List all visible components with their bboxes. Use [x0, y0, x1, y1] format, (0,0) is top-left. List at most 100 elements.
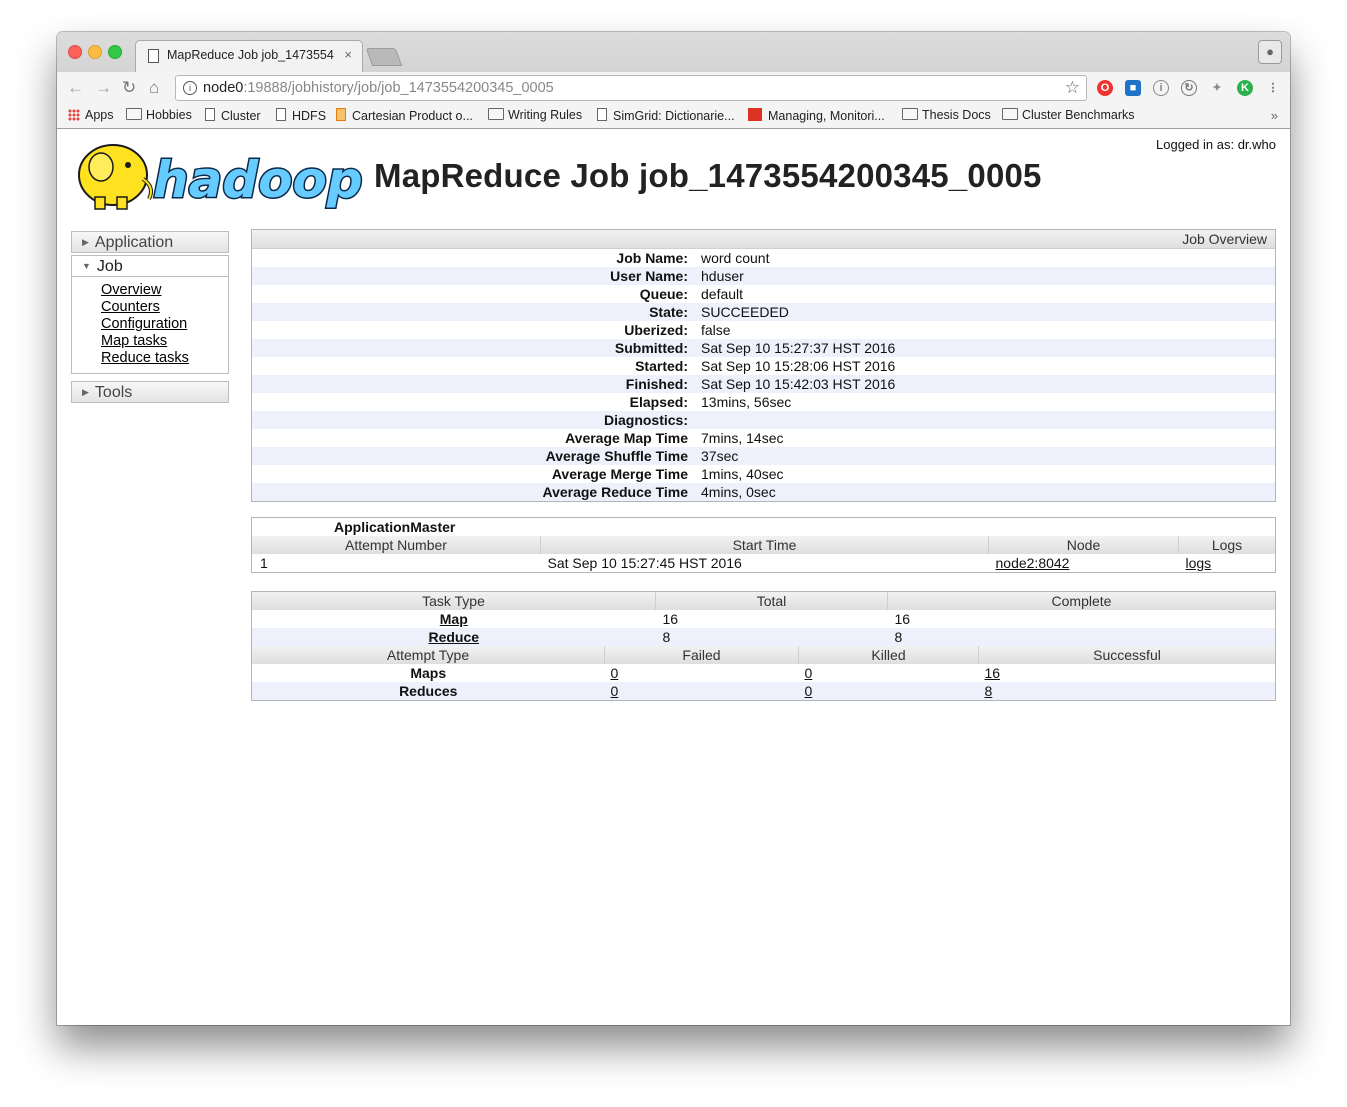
overview-value: Sat Sep 10 15:27:37 HST 2016 — [701, 340, 896, 356]
nav-link-counters[interactable]: Counters — [101, 299, 228, 316]
bookmark-hdfs[interactable]: HDFS — [276, 108, 326, 123]
url-text: node0:19888/jobhistory/job/job_147355420… — [203, 80, 554, 96]
column-header[interactable]: Node — [988, 536, 1179, 554]
bookmark-managing[interactable]: Managing, Monitori... — [748, 108, 885, 123]
column-header[interactable]: Failed — [604, 646, 799, 664]
overview-row: Average Shuffle Time 37sec — [252, 447, 1275, 465]
bookmark-writing-rules[interactable]: Writing Rules — [488, 108, 582, 122]
minimize-window-button[interactable] — [88, 45, 102, 59]
node-link[interactable]: node2:8042 — [996, 555, 1070, 571]
bookmark-cluster-benchmarks[interactable]: Cluster Benchmarks — [1002, 108, 1135, 122]
page-icon — [597, 108, 607, 121]
close-window-button[interactable] — [68, 45, 82, 59]
address-bar[interactable]: i node0:19888/jobhistory/job/job_1473554… — [175, 75, 1087, 101]
forward-icon[interactable]: → — [95, 78, 112, 98]
map-tasks-link[interactable]: Map — [440, 611, 468, 627]
reload-icon[interactable]: ↻ — [122, 78, 136, 98]
column-header[interactable]: Start Time — [540, 536, 989, 554]
column-header[interactable]: Attempt Number — [252, 536, 541, 554]
maps-successful-link[interactable]: 16 — [985, 665, 1001, 681]
nav-link-reduce-tasks[interactable]: Reduce tasks — [101, 350, 228, 367]
bookmark-label: Hobbies — [146, 108, 192, 122]
overview-row: Submitted: Sat Sep 10 15:27:37 HST 2016 — [252, 339, 1275, 357]
sync-extension-icon[interactable]: ↻ — [1181, 80, 1197, 96]
bookmark-label: Cluster Benchmarks — [1022, 108, 1135, 122]
reduces-killed-link[interactable]: 0 — [805, 683, 813, 699]
tools-extension-icon[interactable]: ✦ — [1209, 80, 1225, 96]
nav-link-overview[interactable]: Overview — [101, 282, 228, 299]
column-header[interactable]: Task Type — [252, 592, 656, 610]
bookmark-hobbies[interactable]: Hobbies — [126, 108, 192, 122]
profile-icon[interactable]: ● — [1258, 40, 1282, 64]
bookmark-simgrid[interactable]: SimGrid: Dictionarie... — [597, 108, 735, 123]
bookmark-label: Managing, Monitori... — [768, 109, 885, 123]
bookmark-cluster[interactable]: Cluster — [205, 108, 261, 123]
browser-chrome: MapReduce Job job_1473554 × ● ← → ↻ ⌂ i … — [57, 32, 1290, 129]
info-icon[interactable]: i — [183, 81, 197, 95]
k-extension-icon[interactable]: K — [1237, 80, 1253, 96]
new-tab-button[interactable] — [365, 48, 403, 66]
application-master-caption: ApplicationMaster — [334, 519, 456, 535]
column-header[interactable]: Successful — [978, 646, 1275, 664]
nav-tools[interactable]: ▶ Tools — [71, 381, 229, 403]
reduce-complete: 8 — [887, 628, 1275, 646]
overview-key: Average Shuffle Time — [545, 448, 688, 464]
overview-row: User Name: hduser — [252, 267, 1275, 285]
attempt-type-reduces: Reduces — [252, 682, 605, 700]
overview-row: Uberized: false — [252, 321, 1275, 339]
job-overview-panel: Job Overview Job Name: word count User Nam… — [251, 229, 1276, 502]
folder-icon — [902, 108, 918, 120]
column-header[interactable]: Killed — [798, 646, 979, 664]
page-icon — [148, 49, 159, 63]
job-overview-heading: Job Overview — [252, 230, 1275, 249]
column-header[interactable]: Attempt Type — [252, 646, 605, 664]
bookmark-cartesian[interactable]: Cartesian Product o... — [336, 108, 473, 123]
zoom-window-button[interactable] — [108, 45, 122, 59]
calendar-extension-icon[interactable]: ■ — [1125, 80, 1141, 96]
maps-killed-link[interactable]: 0 — [805, 665, 813, 681]
overview-value: false — [701, 322, 731, 338]
reduces-failed-link[interactable]: 0 — [611, 683, 619, 699]
logged-in-label: Logged in as: dr.who — [1156, 137, 1276, 152]
page-icon — [276, 108, 286, 121]
url-path: :19888/jobhistory/job/job_1473554200345_… — [243, 80, 554, 96]
reduce-tasks-link[interactable]: Reduce — [428, 629, 479, 645]
back-icon[interactable]: ← — [67, 78, 84, 98]
nav-link-configuration[interactable]: Configuration — [101, 316, 228, 333]
bookmark-apps[interactable]: Apps — [68, 108, 114, 122]
nav-application[interactable]: ▶ Application — [71, 231, 229, 253]
more-bookmarks-icon[interactable]: » — [1271, 108, 1278, 123]
tab-strip: MapReduce Job job_1473554 × ● — [57, 32, 1290, 72]
nav-link-map-tasks[interactable]: Map tasks — [101, 333, 228, 350]
table-row: 1 Sat Sep 10 15:27:45 HST 2016 node2:804… — [252, 554, 1275, 572]
close-tab-icon[interactable]: × — [344, 47, 352, 62]
hadoop-logo: hadoop — [78, 144, 364, 211]
bookmark-star-icon[interactable]: ☆ — [1065, 78, 1080, 98]
logs-link[interactable]: logs — [1186, 555, 1212, 571]
overview-value: Sat Sep 10 15:42:03 HST 2016 — [701, 376, 896, 392]
browser-tab[interactable]: MapReduce Job job_1473554 × — [135, 40, 363, 72]
tab-title: MapReduce Job job_1473554 — [167, 48, 334, 62]
info-extension-icon[interactable]: i — [1153, 80, 1169, 96]
home-icon[interactable]: ⌂ — [149, 78, 159, 98]
column-header[interactable]: Complete — [887, 592, 1275, 610]
bookmark-thesis-docs[interactable]: Thesis Docs — [902, 108, 991, 122]
maps-failed-link[interactable]: 0 — [611, 665, 619, 681]
overview-key: Average Map Time — [565, 430, 688, 446]
overview-key: Uberized: — [624, 322, 688, 338]
nav-application-header[interactable]: ▶ Application — [72, 232, 228, 252]
column-header[interactable]: Logs — [1178, 536, 1275, 554]
nav-job-header[interactable]: ▼ Job — [72, 256, 228, 277]
menu-icon[interactable]: ⋮ — [1265, 80, 1281, 96]
overview-value: 37sec — [701, 448, 739, 464]
chevron-right-icon: ▶ — [82, 387, 89, 397]
nav-tools-header[interactable]: ▶ Tools — [72, 382, 228, 402]
overview-row: Diagnostics: — [252, 411, 1275, 429]
reduces-successful-link[interactable]: 8 — [985, 683, 993, 699]
job-overview-rows: Job Name: word count User Name: hduser Queue… — [252, 249, 1275, 501]
column-header[interactable]: Total — [655, 592, 888, 610]
bookmark-label: Cluster — [221, 109, 261, 123]
overview-value: word count — [701, 250, 770, 266]
folder-icon — [126, 108, 142, 120]
opera-extension-icon[interactable]: O — [1097, 80, 1113, 96]
